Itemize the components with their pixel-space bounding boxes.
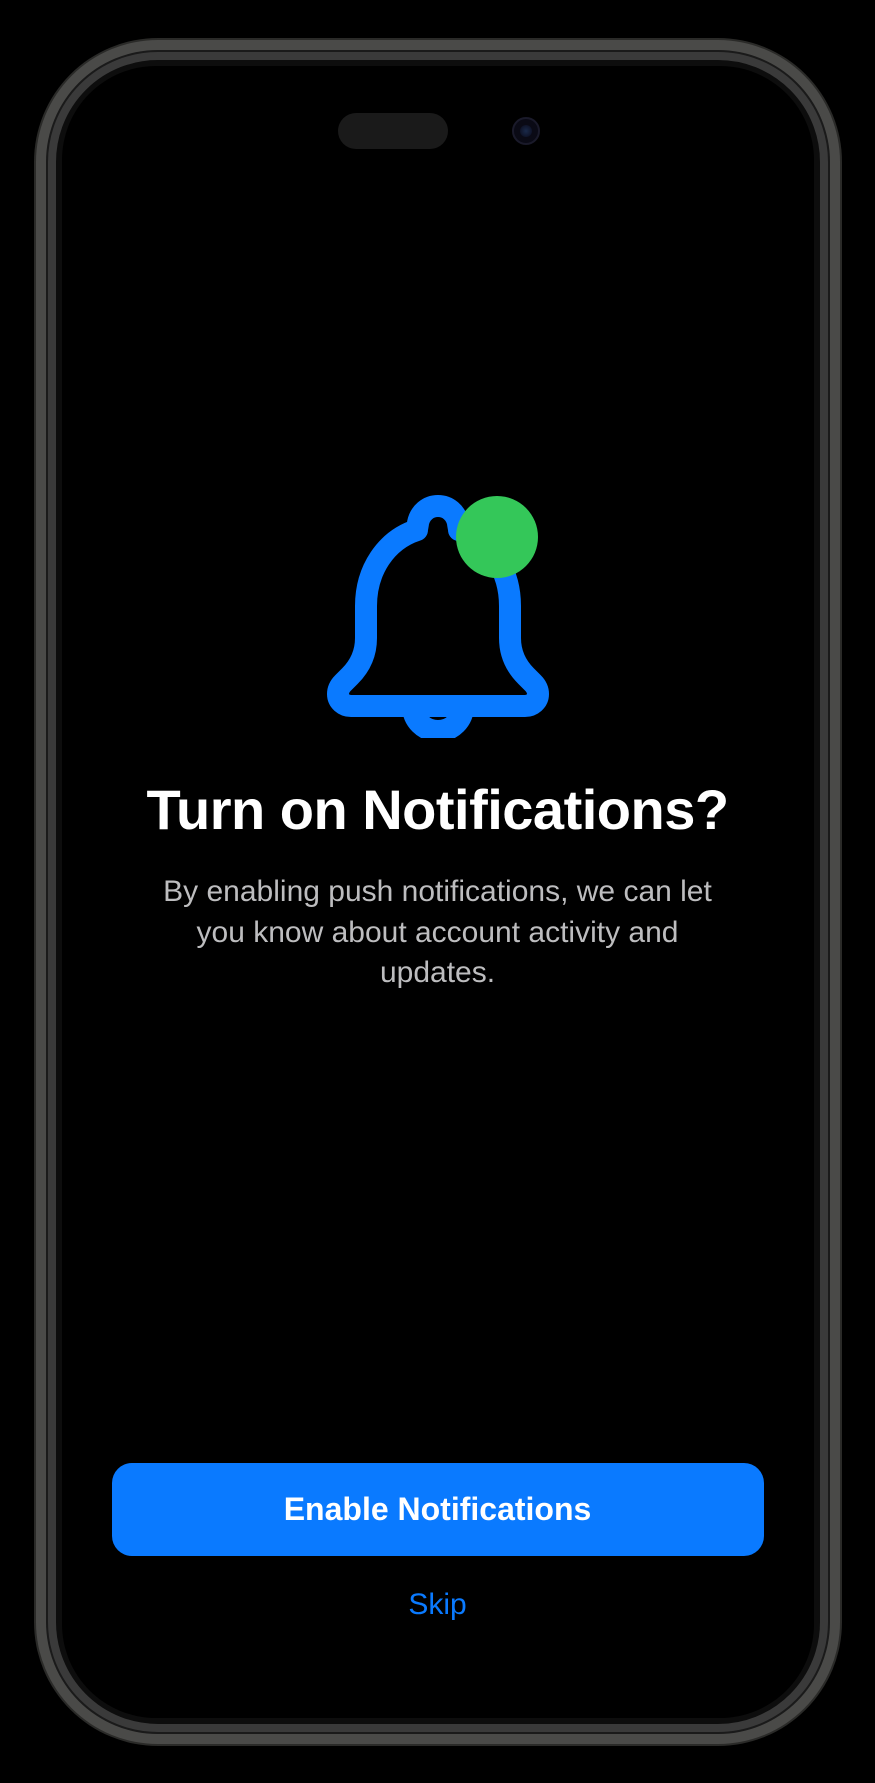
notification-badge-dot (456, 496, 538, 578)
skip-button[interactable]: Skip (112, 1576, 764, 1634)
page-description: By enabling push notifications, we can l… (148, 872, 728, 994)
main-content: Turn on Notifications? By enabling push … (106, 200, 770, 1463)
bell-badge-icon (318, 488, 558, 738)
phone-device-frame: Turn on Notifications? By enabling push … (48, 52, 828, 1732)
page-title: Turn on Notifications? (146, 778, 728, 842)
action-buttons: Enable Notifications Skip (106, 1463, 770, 1664)
screen-content: Turn on Notifications? By enabling push … (56, 60, 820, 1724)
enable-notifications-button[interactable]: Enable Notifications (112, 1463, 764, 1556)
